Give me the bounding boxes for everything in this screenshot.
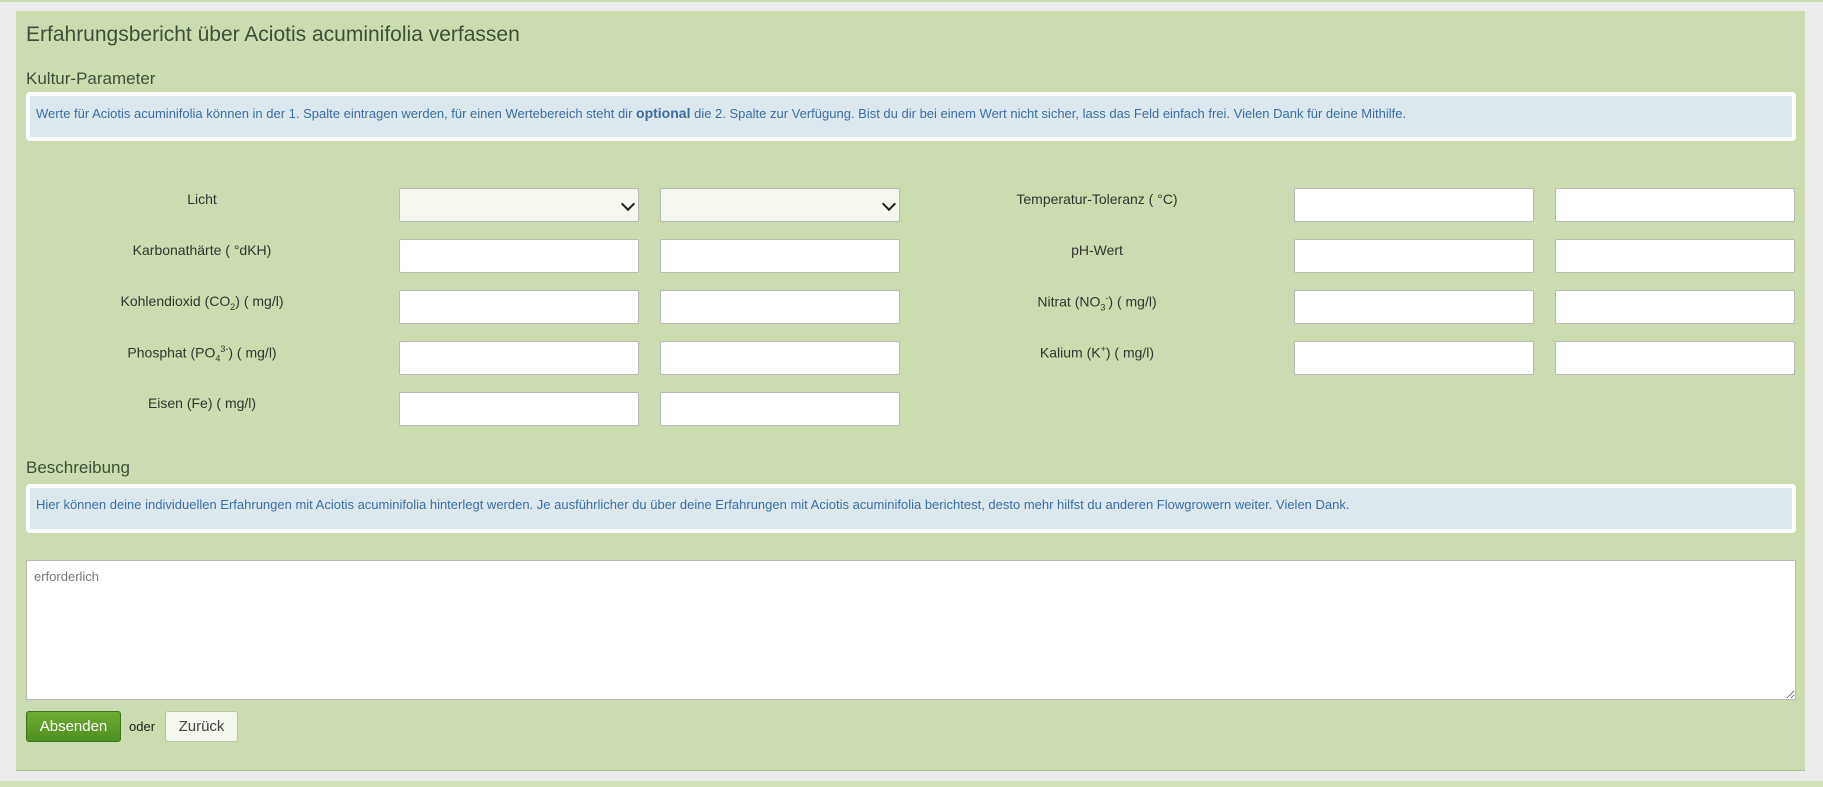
phosphat-label-sub: 4: [215, 353, 221, 364]
kultur-info-box: Werte für Aciotis acuminifolia können in…: [26, 92, 1796, 141]
nitrat-label-pre: Nitrat (NO: [1037, 293, 1101, 310]
co2-label-post: ) ( mg/l): [235, 293, 284, 309]
temperatur-input-min[interactable]: [1294, 188, 1534, 222]
phosphat-label-post: ) ( mg/l): [228, 344, 277, 361]
back-button[interactable]: Zurück: [165, 711, 238, 742]
karbonat-label: Karbonathärte ( °dKH): [132, 242, 272, 258]
ph-input-max[interactable]: [1555, 239, 1795, 273]
description-textarea[interactable]: [26, 560, 1796, 700]
licht-select-min[interactable]: [399, 188, 639, 222]
beschreibung-info-box: Hier können deine individuellen Erfahrun…: [26, 484, 1796, 533]
bottom-border: [0, 781, 1823, 787]
page-title: Erfahrungsbericht über Aciotis acuminifo…: [26, 23, 520, 46]
beschreibung-heading: Beschreibung: [26, 458, 130, 477]
phosphat-input-min[interactable]: [399, 341, 639, 375]
kalium-input-max[interactable]: [1555, 341, 1795, 375]
nitrat-label-post: ) ( mg/l): [1108, 293, 1157, 310]
temperatur-input-max[interactable]: [1555, 188, 1795, 222]
kalium-label-post: ) ( mg/l): [1105, 344, 1155, 361]
licht-select-max[interactable]: [660, 188, 900, 222]
nitrat-label-sub: 3: [1100, 302, 1106, 313]
kultur-info-post: die 2. Spalte zur Verfügung. Bist du dir…: [694, 106, 1407, 121]
kalium-label-pre: Kalium (K: [1039, 344, 1101, 361]
eisen-input-max[interactable]: [660, 392, 900, 426]
co2-label: Kohlendioxid (CO2) ( mg/l): [62, 293, 342, 312]
kultur-parameter-heading: Kultur-Parameter: [26, 69, 156, 88]
temperatur-label: Temperatur-Toleranz ( °C): [1016, 191, 1178, 207]
beschreibung-info-text: Hier können deine individuellen Erfahrun…: [30, 488, 1792, 529]
phosphat-label: Phosphat (PO43-) ( mg/l): [62, 344, 342, 363]
ph-input-min[interactable]: [1294, 239, 1534, 273]
phosphat-label-pre: Phosphat (PO: [127, 344, 216, 361]
licht-label: Licht: [187, 191, 217, 207]
karbonat-input-min[interactable]: [399, 239, 639, 273]
karbonat-input-max[interactable]: [660, 239, 900, 273]
kalium-label: Kalium (K+) ( mg/l): [957, 344, 1237, 361]
co2-input-min[interactable]: [399, 290, 639, 324]
eisen-label: Eisen (Fe) ( mg/l): [147, 395, 257, 411]
ph-label: pH-Wert: [1071, 242, 1123, 258]
kultur-info-text: Werte für Aciotis acuminifolia können in…: [30, 96, 1792, 137]
nitrat-label: Nitrat (NO3-) ( mg/l): [957, 293, 1237, 312]
nitrat-input-max[interactable]: [1555, 290, 1795, 324]
co2-input-max[interactable]: [660, 290, 900, 324]
nitrat-input-min[interactable]: [1294, 290, 1534, 324]
kalium-input-min[interactable]: [1294, 341, 1534, 375]
co2-label-pre: Kohlendioxid (CO: [120, 293, 231, 309]
submit-button[interactable]: Absenden: [26, 711, 121, 742]
kultur-info-optional: optional: [636, 105, 691, 121]
experience-report-panel: Erfahrungsbericht über Aciotis acuminifo…: [16, 11, 1805, 771]
eisen-input-min[interactable]: [399, 392, 639, 426]
top-border: [0, 0, 1823, 2]
or-text: oder: [129, 719, 156, 734]
phosphat-input-max[interactable]: [660, 341, 900, 375]
kultur-info-pre: Werte für Aciotis acuminifolia können in…: [36, 106, 633, 121]
